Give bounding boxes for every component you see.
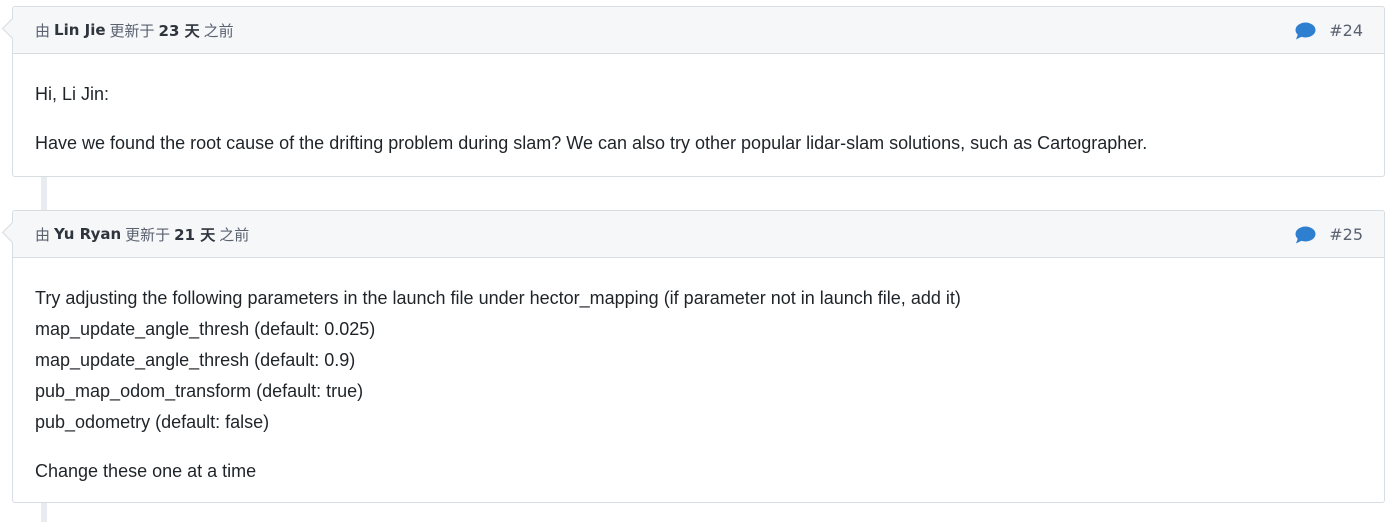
journal-age-link[interactable]: 23 天 <box>159 20 200 41</box>
note-paragraph: Have we found the root cause of the drif… <box>35 133 1148 153</box>
journal-notes: Hi, Li Jin: Have we found the root cause… <box>13 54 1384 159</box>
note-line: pub_odometry (default: false) <box>35 412 270 432</box>
journal-actions: #24 <box>1295 7 1363 54</box>
journal-updated-text: 更新于 <box>125 225 171 244</box>
journal-entry: 由 Lin Jie 更新于 23 天 之前 #24 Hi, Li Jin: Ha… <box>12 6 1385 177</box>
journal-notes: Try adjusting the following parameters i… <box>13 258 1384 487</box>
journal-entry: 由 Yu Ryan 更新于 21 天 之前 #25 Try adjusting … <box>12 210 1385 503</box>
journal-timeline: 由 Lin Jie 更新于 23 天 之前 #24 Hi, Li Jin: Ha… <box>0 0 1399 522</box>
journal-ago-text: 之前 <box>203 21 234 40</box>
note-line: map_update_angle_thresh (default: 0.025) <box>35 319 376 339</box>
journal-author-link[interactable]: Yu Ryan <box>54 225 121 243</box>
journal-prefix: 由 <box>35 225 51 244</box>
note-line: pub_map_odom_transform (default: true) <box>35 381 364 401</box>
journal-header: 由 Lin Jie 更新于 23 天 之前 #24 <box>13 7 1384 54</box>
timeline-connector <box>41 177 47 210</box>
note-line: map_update_angle_thresh (default: 0.9) <box>35 350 356 370</box>
journal-author-link[interactable]: Lin Jie <box>54 21 106 39</box>
note-number-link[interactable]: #25 <box>1329 225 1363 244</box>
note-number-link[interactable]: #24 <box>1329 21 1363 40</box>
journal-actions: #25 <box>1295 211 1363 258</box>
timeline-connector <box>41 503 47 522</box>
comment-icon[interactable] <box>1295 226 1316 244</box>
journal-updated-text: 更新于 <box>109 21 155 40</box>
comment-icon[interactable] <box>1295 22 1316 40</box>
note-line: Try adjusting the following parameters i… <box>35 288 961 308</box>
journal-prefix: 由 <box>35 21 51 40</box>
note-closing: Change these one at a time <box>35 461 257 481</box>
journal-age-link[interactable]: 21 天 <box>174 224 215 245</box>
note-paragraph: Hi, Li Jin: <box>35 84 110 104</box>
journal-header: 由 Yu Ryan 更新于 21 天 之前 #25 <box>13 211 1384 258</box>
journal-ago-text: 之前 <box>219 225 250 244</box>
